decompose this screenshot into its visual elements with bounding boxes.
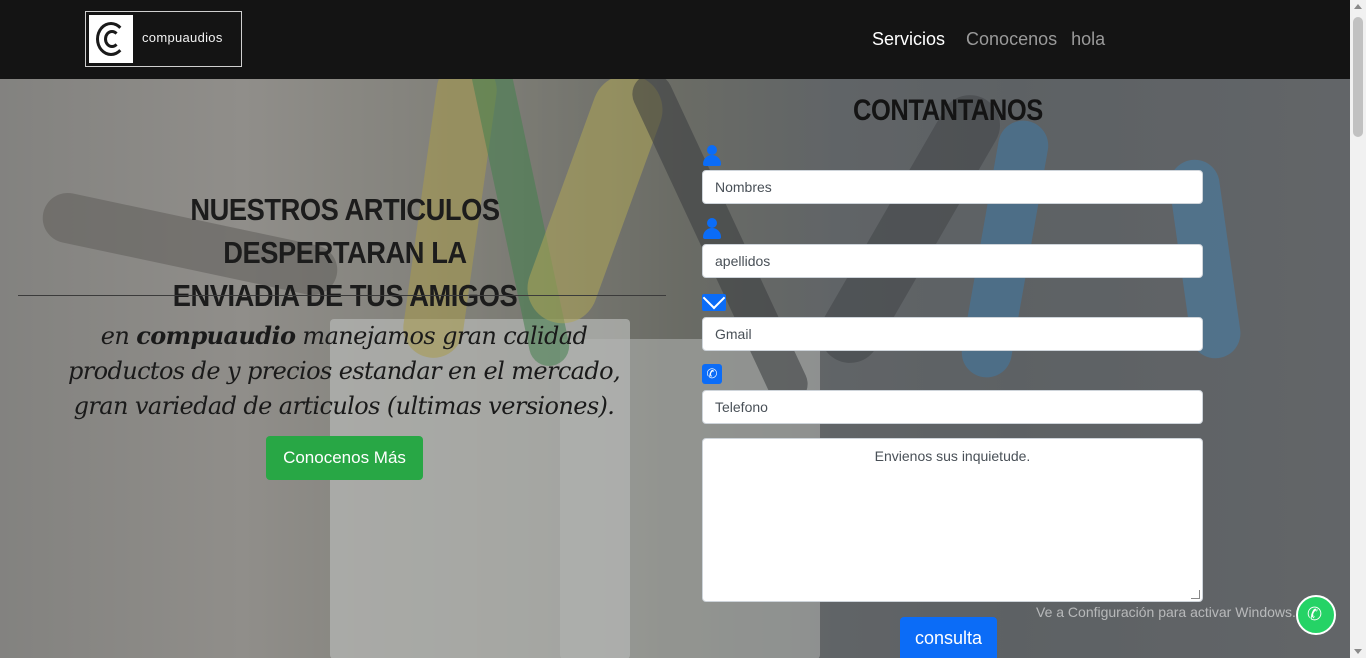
nav-links: Servicios Conocenos hola (872, 29, 1119, 50)
scroll-down-icon[interactable] (1354, 649, 1362, 654)
nav-link-conocenos[interactable]: Conocenos (966, 29, 1057, 50)
hero-tagline: en compuaudio manejamos gran calidad pro… (20, 318, 668, 424)
whatsapp-icon: ✆ (1307, 604, 1323, 624)
envelope-icon (702, 290, 726, 312)
tagline-prefix: en (100, 322, 137, 350)
apellidos-input[interactable]: apellidos (702, 244, 1203, 278)
user-icon (702, 145, 722, 167)
logo-c-icon (89, 15, 133, 63)
user-icon (702, 218, 722, 240)
scroll-thumb[interactable] (1353, 17, 1363, 137)
scroll-up-icon[interactable] (1354, 4, 1362, 9)
watermark-title: Activar Windows (1036, 578, 1184, 600)
form-title: CONTANTANOS (853, 94, 1043, 127)
nombres-input[interactable]: Nombres (702, 170, 1203, 204)
phone-icon: ✆ (702, 364, 722, 386)
navbar: compuaudios Servicios Conocenos hola (0, 0, 1350, 79)
vertical-scrollbar[interactable] (1350, 0, 1366, 658)
textarea-placeholder: Envienos sus inquietude. (874, 448, 1031, 464)
telefono-input[interactable]: Telefono (702, 390, 1203, 424)
nav-link-hola[interactable]: hola (1071, 29, 1105, 50)
tagline-line-2: productos de y precios estandar en el me… (67, 357, 621, 385)
tagline-brand: compuaudio (136, 321, 296, 350)
logo-text: compuaudios (142, 30, 223, 45)
consulta-button[interactable]: consulta (900, 617, 997, 658)
hero-divider (18, 295, 666, 296)
tagline-line-1-rest: manejamos gran calidad (295, 322, 588, 350)
hero-headline: NUESTROS ARTICULOS DESPERTARAN LA ENVIAD… (112, 188, 578, 317)
gmail-input[interactable]: Gmail (702, 317, 1203, 351)
tagline-line-1: en compuaudio manejamos gran calidad (20, 318, 668, 354)
headline-line-1: NUESTROS ARTICULOS DESPERTARAN LA (190, 192, 500, 270)
whatsapp-button[interactable]: ✆ (1296, 595, 1336, 635)
windows-activation-watermark: Activar Windows Ve a Configuración para … (1036, 578, 1296, 620)
brand-logo[interactable]: compuaudios (85, 11, 242, 67)
tagline-line-3: gran variedad de articulos (ultimas vers… (73, 392, 615, 420)
conocenos-mas-button[interactable]: Conocenos Más (266, 436, 423, 480)
nav-link-servicios[interactable]: Servicios (872, 29, 945, 50)
watermark-subtitle: Ve a Configuración para activar Windows. (1036, 604, 1296, 620)
